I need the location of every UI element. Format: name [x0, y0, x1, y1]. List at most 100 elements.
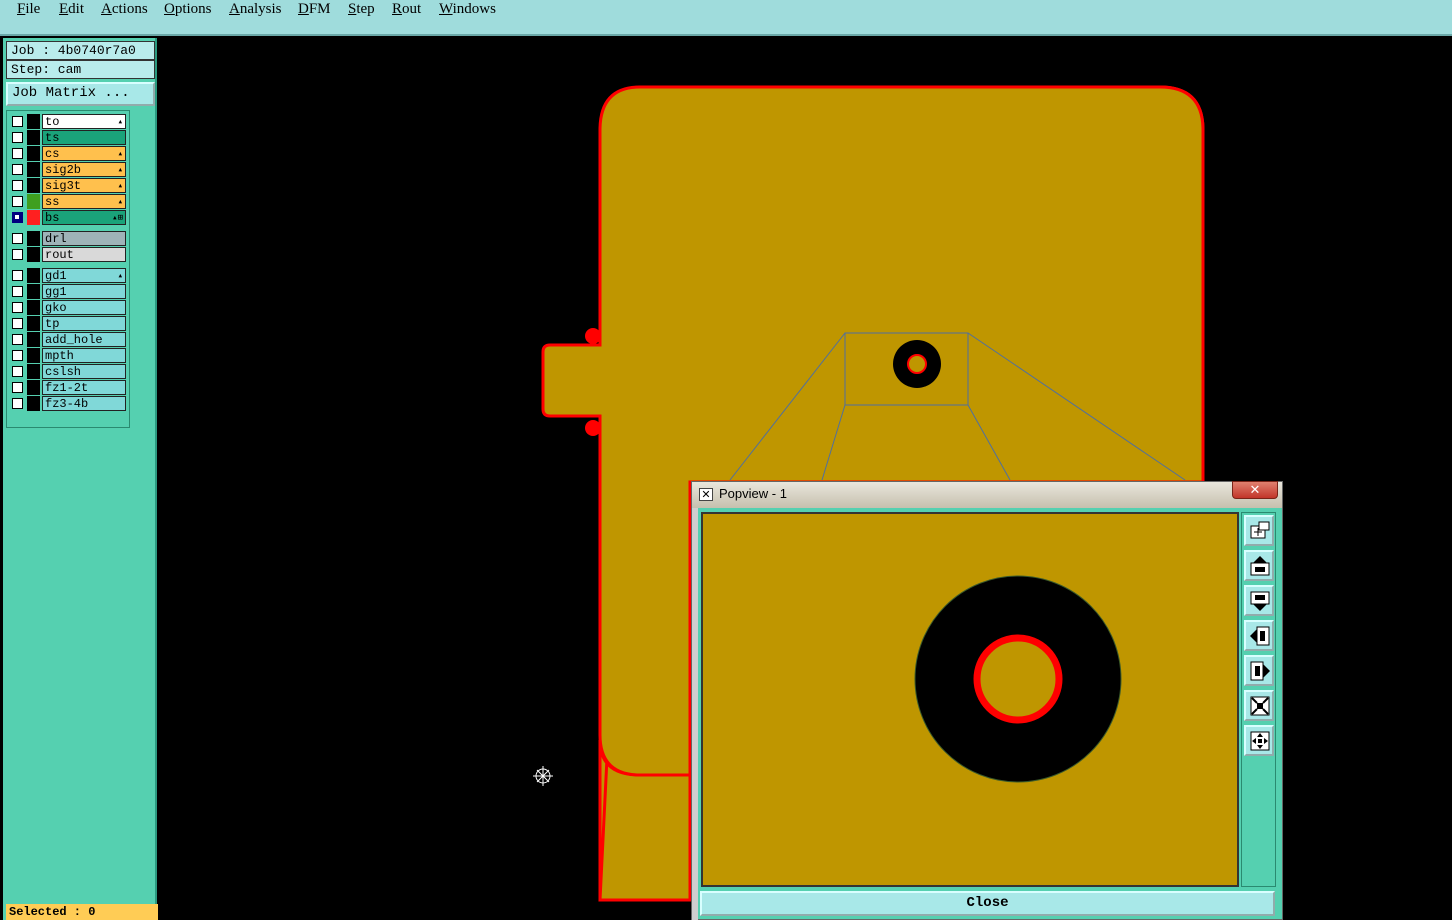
layer-row-add_hole[interactable]: add_hole — [10, 332, 129, 347]
zoom-center-button[interactable] — [1244, 725, 1274, 756]
layer-row-sig2b[interactable]: sig2b ▴ — [10, 162, 129, 177]
layer-name[interactable]: tp — [42, 316, 126, 331]
layer-color-swatch[interactable] — [27, 300, 40, 315]
layer-checkbox[interactable] — [12, 196, 23, 207]
layer-color-swatch[interactable] — [27, 146, 40, 161]
popview-titlebar[interactable]: ✕ Popview - 1 ✕ — [692, 481, 1282, 508]
layer-name[interactable]: sig2b ▴ — [42, 162, 126, 177]
layer-checkbox[interactable] — [12, 302, 23, 313]
layer-checkbox[interactable] — [12, 212, 23, 223]
close-icon[interactable]: ✕ — [1232, 481, 1278, 499]
menu-dfm[interactable]: DFM — [298, 1, 331, 18]
menu-rout[interactable]: Rout — [392, 1, 421, 18]
layer-row-ss[interactable]: ss ▴ — [10, 194, 129, 209]
layer-checkbox[interactable] — [12, 132, 23, 143]
layer-color-swatch[interactable] — [27, 380, 40, 395]
layer-name[interactable]: cs ▴ — [42, 146, 126, 161]
layer-color-swatch[interactable] — [27, 130, 40, 145]
move-right-button[interactable] — [1244, 655, 1274, 686]
layer-name[interactable]: mpth — [42, 348, 126, 363]
layer-checkbox[interactable] — [12, 382, 23, 393]
layer-name[interactable]: fz1-2t — [42, 380, 126, 395]
menu-options[interactable]: Options — [164, 1, 212, 18]
layer-color-swatch[interactable] — [27, 396, 40, 411]
layer-color-swatch[interactable] — [27, 247, 40, 262]
layer-row-gko[interactable]: gko — [10, 300, 129, 315]
layer-row-fz1-2t[interactable]: fz1-2t — [10, 380, 129, 395]
layer-name[interactable]: ts — [42, 130, 126, 145]
layer-name[interactable]: sig3t ▴ — [42, 178, 126, 193]
move-left-icon — [1250, 626, 1270, 646]
menu-file[interactable]: File — [17, 1, 40, 18]
move-down-button[interactable] — [1244, 585, 1274, 616]
layer-checkbox[interactable] — [12, 366, 23, 377]
layer-checkbox[interactable] — [12, 270, 23, 281]
left-panel: Job : 4b0740r7a0 Step: cam Job Matrix ..… — [3, 38, 158, 920]
layer-checkbox[interactable] — [12, 148, 23, 159]
layer-color-swatch[interactable] — [27, 284, 40, 299]
layer-color-swatch[interactable] — [27, 316, 40, 331]
menu-actions[interactable]: Actions — [101, 1, 148, 18]
layer-name[interactable]: fz3-4b — [42, 396, 126, 411]
layer-color-swatch[interactable] — [27, 114, 40, 129]
layer-checkbox[interactable] — [12, 180, 23, 191]
layer-row-cs[interactable]: cs ▴ — [10, 146, 129, 161]
layer-row-bs[interactable]: bs ▴⊞ — [10, 210, 129, 225]
layer-name[interactable]: gd1 ▴ — [42, 268, 126, 283]
layer-color-swatch[interactable] — [27, 194, 40, 209]
menu-edit[interactable]: Edit — [59, 1, 84, 18]
close-button[interactable]: Close — [700, 891, 1275, 916]
layer-name[interactable]: ss ▴ — [42, 194, 126, 209]
popview-canvas[interactable] — [701, 512, 1239, 887]
menu-windows[interactable]: Windows — [439, 1, 496, 18]
layer-name[interactable]: gg1 — [42, 284, 126, 299]
layer-row-fz3-4b[interactable]: fz3-4b — [10, 396, 129, 411]
layer-row-gd1[interactable]: gd1 ▴ — [10, 268, 129, 283]
layer-row-cslsh[interactable]: cslsh — [10, 364, 129, 379]
layer-color-swatch[interactable] — [27, 332, 40, 347]
layer-color-swatch[interactable] — [27, 210, 40, 225]
layer-checkbox[interactable] — [12, 286, 23, 297]
layer-color-swatch[interactable] — [27, 348, 40, 363]
move-left-button[interactable] — [1244, 620, 1274, 651]
layer-row-tp[interactable]: tp — [10, 316, 129, 331]
layer-checkbox[interactable] — [12, 318, 23, 329]
move-up-button[interactable] — [1244, 550, 1274, 581]
layer-row-sig3t[interactable]: sig3t ▴ — [10, 178, 129, 193]
layer-name[interactable]: add_hole — [42, 332, 126, 347]
layer-color-swatch[interactable] — [27, 231, 40, 246]
layer-label: gd1 — [45, 269, 67, 283]
menu-analysis[interactable]: Analysis — [229, 1, 282, 18]
layer-name[interactable]: cslsh — [42, 364, 126, 379]
layer-checkbox[interactable] — [12, 164, 23, 175]
layer-checkbox[interactable] — [12, 116, 23, 127]
layer-color-swatch[interactable] — [27, 178, 40, 193]
layer-row-rout[interactable]: rout — [10, 247, 129, 262]
layer-color-swatch[interactable] — [27, 364, 40, 379]
layer-name[interactable]: gko — [42, 300, 126, 315]
layer-checkbox[interactable] — [12, 233, 23, 244]
menu-step[interactable]: Step — [348, 1, 375, 18]
job-matrix-button[interactable]: Job Matrix ... — [6, 82, 155, 106]
zoom-fit-button[interactable] — [1244, 690, 1274, 721]
layer-checkbox[interactable] — [12, 398, 23, 409]
layer-color-swatch[interactable] — [27, 162, 40, 177]
layer-checkbox[interactable] — [12, 350, 23, 361]
layer-name[interactable]: rout — [42, 247, 126, 262]
popview-edge — [692, 508, 698, 920]
layer-label: cs — [45, 147, 60, 161]
layer-row-gg1[interactable]: gg1 — [10, 284, 129, 299]
layer-name[interactable]: drl — [42, 231, 126, 246]
layer-row-drl[interactable]: drl — [10, 231, 129, 246]
layer-row-ts[interactable]: ts — [10, 130, 129, 145]
layer-checkbox[interactable] — [12, 249, 23, 260]
layer-name[interactable]: bs ▴⊞ — [42, 210, 126, 225]
zoom-pad-drill — [973, 634, 1063, 724]
layer-row-to[interactable]: to ▴ — [10, 114, 129, 129]
layer-color-swatch[interactable] — [27, 268, 40, 283]
layer-name[interactable]: to ▴ — [42, 114, 126, 129]
layer-checkbox[interactable] — [12, 334, 23, 345]
popview-button[interactable] — [1244, 515, 1274, 546]
layer-row-mpth[interactable]: mpth — [10, 348, 129, 363]
move-down-icon — [1250, 591, 1270, 611]
